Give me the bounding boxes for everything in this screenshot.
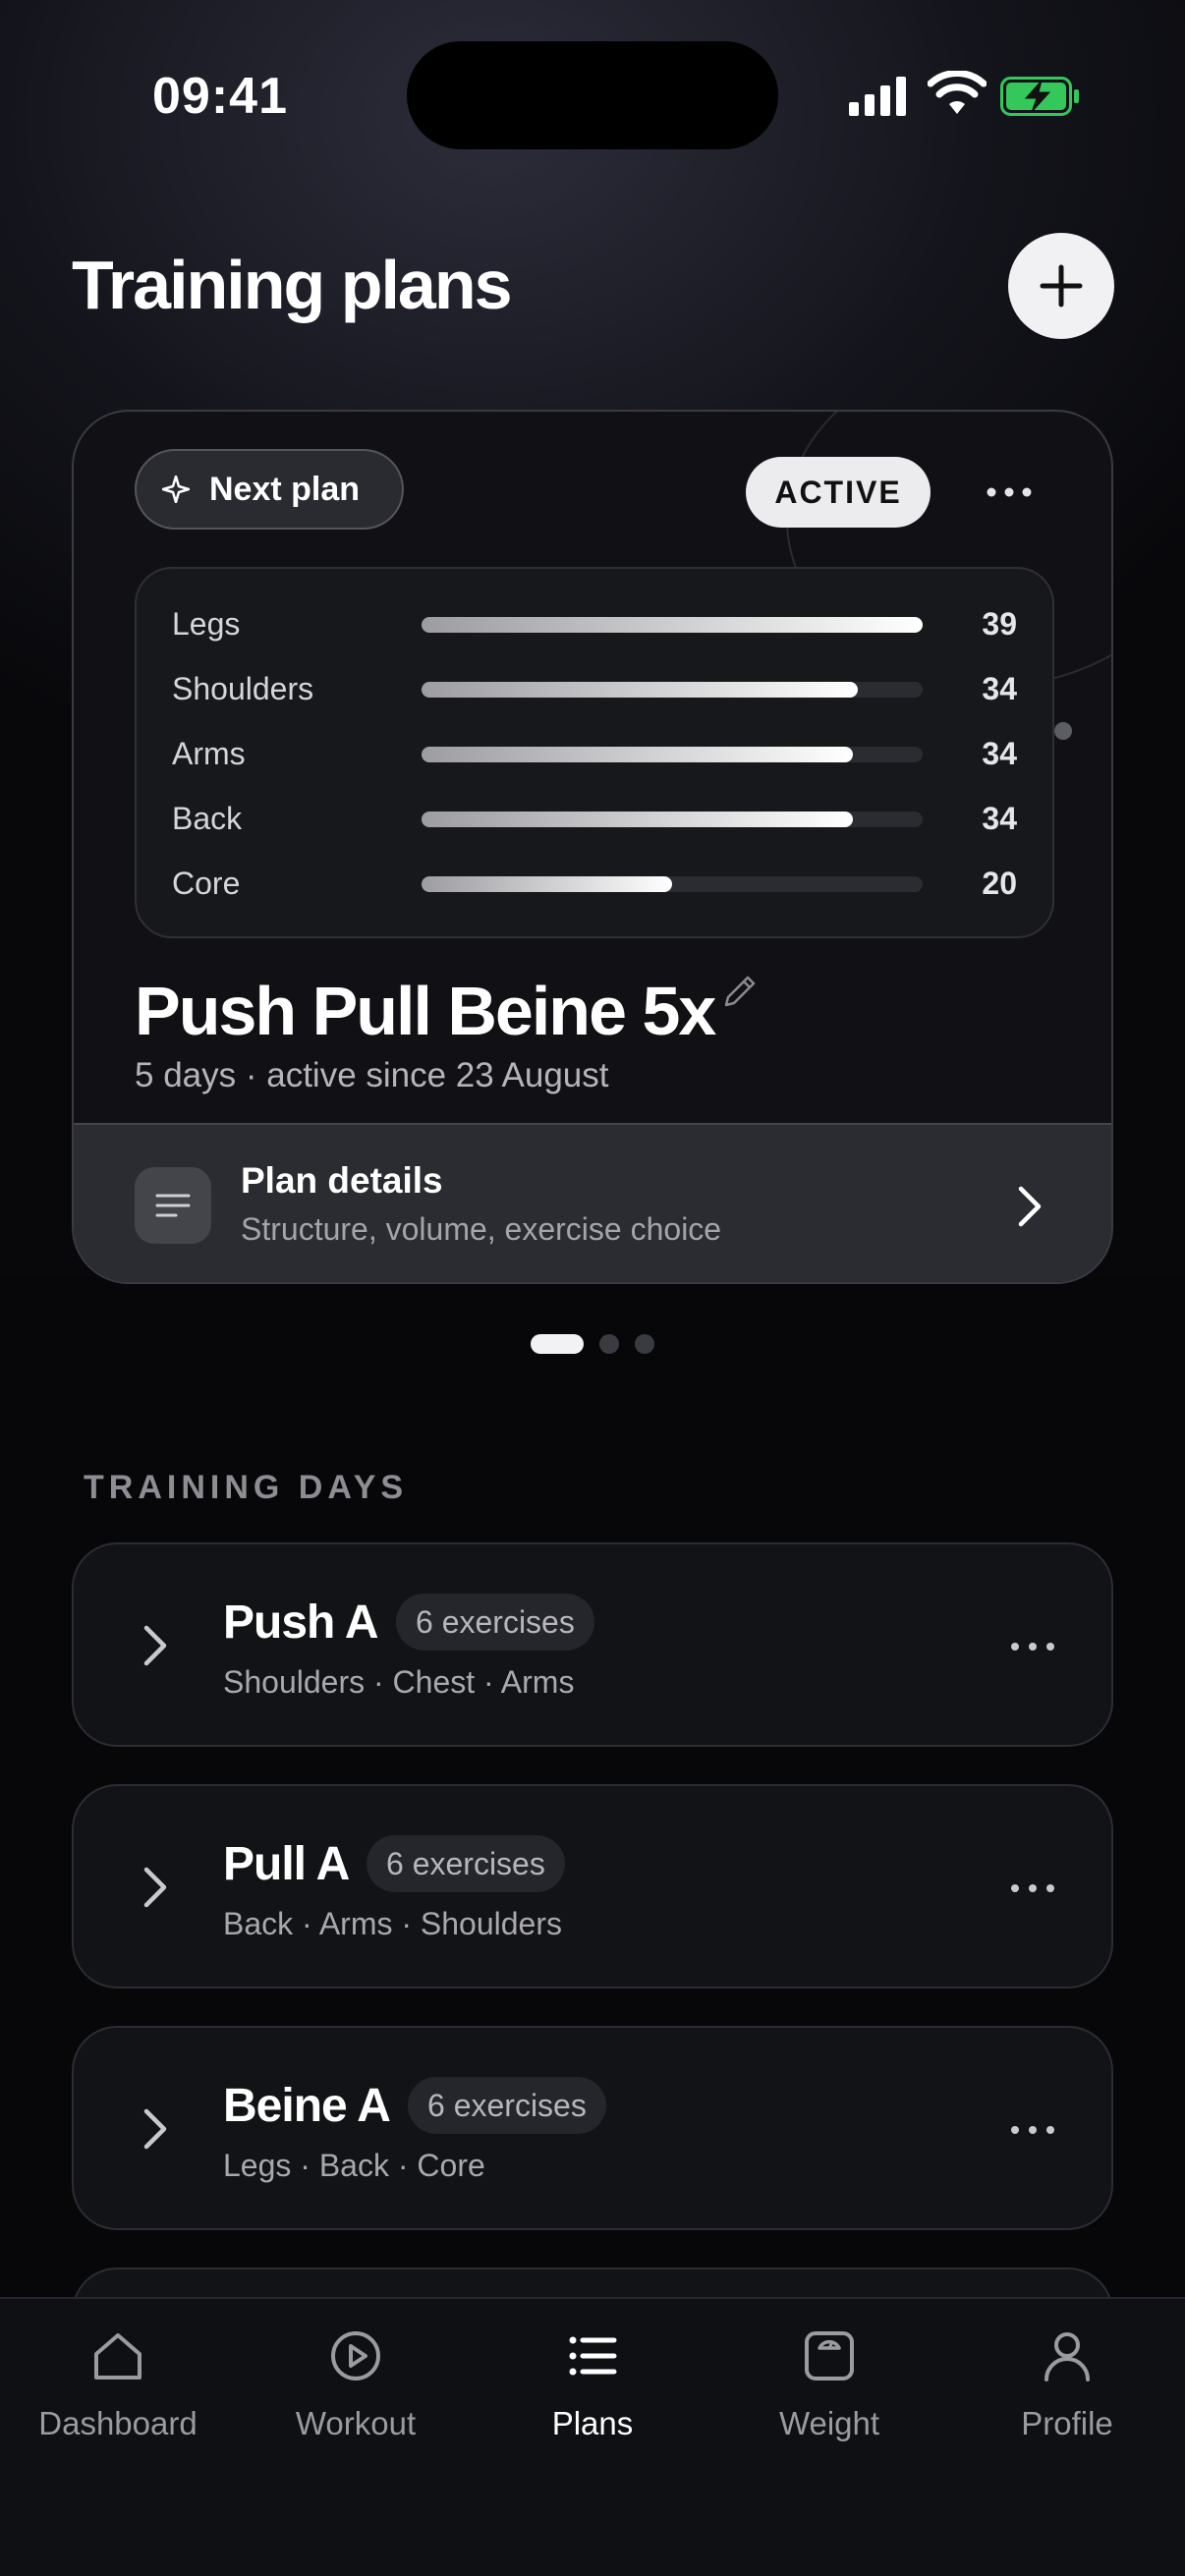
tab-label: Workout	[295, 2405, 417, 2441]
stat-row-legs: Legs 39	[137, 604, 1052, 644]
list-icon	[569, 2336, 617, 2376]
plan-details-row[interactable]: Plan details Structure, volume, exercise…	[74, 1123, 1111, 1282]
stat-bar-track	[422, 812, 923, 827]
bottom-tab-bar: Dashboard Workout Plans Weight Profile	[0, 2297, 1185, 2576]
tab-plans[interactable]: Plans	[484, 2326, 701, 2474]
stat-value: 34	[982, 671, 1017, 706]
play-circle-icon	[331, 2331, 380, 2380]
more-options-icon[interactable]	[1003, 1871, 1062, 1906]
exercise-count-badge: 6 exercises	[396, 1594, 594, 1651]
exercise-count-badge: 6 exercises	[408, 2077, 606, 2134]
status-time: 09:41	[152, 68, 288, 125]
stat-label: Arms	[172, 736, 246, 771]
stat-value: 20	[982, 866, 1017, 901]
plan-subtitle: 5 days · active since 23 August	[135, 1056, 609, 1094]
stat-label: Core	[172, 866, 241, 901]
tab-label: Weight	[778, 2405, 880, 2441]
tab-workout[interactable]: Workout	[248, 2326, 464, 2474]
stat-label: Back	[172, 801, 243, 836]
training-day-name: Pull A	[223, 1838, 350, 1890]
stat-bar-fill	[422, 812, 853, 827]
stat-bar-fill	[422, 617, 923, 633]
training-day-name: Beine A	[223, 2080, 391, 2132]
stat-row-arms: Arms 34	[137, 734, 1052, 773]
chevron-right-icon	[1018, 1186, 1042, 1227]
chevron-right-icon	[143, 2108, 167, 2150]
training-day-muscles: Shoulders · Chest · Arms	[223, 1664, 575, 1700]
stat-bar-fill	[422, 682, 858, 698]
wifi-icon	[928, 71, 987, 114]
tab-label: Dashboard	[38, 2405, 198, 2441]
plan-name: Push Pull Beine 5x	[135, 973, 716, 1049]
tab-label: Plans	[551, 2405, 634, 2441]
edit-pencil-icon[interactable]	[720, 972, 760, 1011]
muscle-volume-stats: Legs 39 Shoulders 34 Arms 34 Back 34 Cor…	[135, 567, 1054, 938]
tab-dashboard[interactable]: Dashboard	[10, 2326, 226, 2474]
plus-icon	[1040, 264, 1083, 308]
stat-bar-track	[422, 617, 923, 633]
chevron-right-icon	[143, 1625, 167, 1666]
stat-value: 34	[982, 801, 1017, 836]
battery-charging-icon	[1000, 77, 1079, 116]
home-icon	[94, 2333, 141, 2380]
stat-label: Shoulders	[172, 671, 314, 706]
training-day-name: Push A	[223, 1596, 379, 1649]
decorative-dot	[1054, 722, 1072, 740]
next-plan-button[interactable]: Next plan	[135, 449, 404, 530]
stat-bar-track	[422, 876, 923, 892]
more-options-icon[interactable]	[980, 473, 1039, 512]
signal-icon	[849, 77, 906, 116]
scale-icon	[805, 2331, 854, 2380]
pager-dot[interactable]	[599, 1334, 619, 1354]
plan-details-subtitle: Structure, volume, exercise choice	[241, 1211, 722, 1247]
training-day-card[interactable]: Pull A 6 exercises Back · Arms · Shoulde…	[72, 1784, 1113, 1988]
dynamic-island	[407, 41, 778, 149]
next-plan-label: Next plan	[209, 470, 361, 508]
stat-bar-fill	[422, 876, 672, 892]
training-day-muscles: Back · Arms · Shoulders	[223, 1906, 562, 1941]
stat-bar-track	[422, 682, 923, 698]
add-plan-button[interactable]	[1008, 233, 1114, 339]
document-lines-icon	[135, 1167, 211, 1244]
plan-details-title: Plan details	[241, 1160, 443, 1201]
tab-profile[interactable]: Profile	[959, 2326, 1175, 2474]
chevron-right-icon	[143, 1867, 167, 1908]
stat-row-shoulders: Shoulders 34	[137, 669, 1052, 708]
person-icon	[1044, 2332, 1090, 2381]
active-plan-card[interactable]: Next plan ACTIVE Legs 39 Shoulders 34 Ar…	[72, 410, 1113, 1284]
tab-label: Profile	[1021, 2405, 1113, 2441]
pager-dot[interactable]	[635, 1334, 654, 1354]
page-title: Training plans	[72, 247, 513, 323]
stat-label: Legs	[172, 606, 241, 642]
exercise-count-badge: 6 exercises	[367, 1835, 565, 1892]
sparkle-icon	[162, 476, 190, 503]
more-options-icon[interactable]	[1003, 2112, 1062, 2148]
stat-row-back: Back 34	[137, 799, 1052, 838]
training-day-card[interactable]: Beine A 6 exercises Legs · Back · Core	[72, 2026, 1113, 2230]
section-title-training-days: TRAINING DAYS	[84, 1469, 409, 1506]
pager-dot-active[interactable]	[531, 1334, 584, 1354]
stat-row-core: Core 20	[137, 864, 1052, 903]
stat-bar-fill	[422, 747, 853, 762]
training-day-card[interactable]: Push A 6 exercises Shoulders · Chest · A…	[72, 1542, 1113, 1747]
stat-value: 39	[982, 606, 1017, 642]
status-badge: ACTIVE	[746, 457, 931, 528]
more-options-icon[interactable]	[1003, 1629, 1062, 1664]
stat-value: 34	[982, 736, 1017, 771]
stat-bar-track	[422, 747, 923, 762]
tab-weight[interactable]: Weight	[721, 2326, 937, 2474]
training-day-muscles: Legs · Back · Core	[223, 2148, 485, 2183]
